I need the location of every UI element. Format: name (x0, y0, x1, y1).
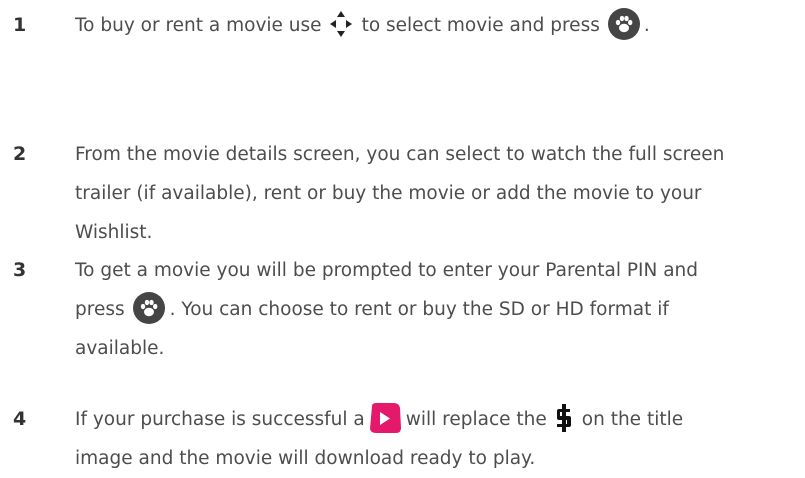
step-2-line-3: Wishlist. (75, 222, 153, 243)
step-4-text-mid: will replace the (405, 409, 547, 430)
step-3-after-text: . You can choose to rent or buy the SD o… (169, 299, 669, 320)
step-1-text-mid: to select movie and press (361, 15, 600, 36)
step-3-line-1: To get a movie you will be prompted to e… (75, 260, 698, 281)
step-1-text-end: . (643, 15, 650, 36)
paw-button-icon (132, 292, 165, 324)
step-number: 1 (13, 14, 27, 36)
step-4-line-2: image and the movie will download ready … (75, 448, 536, 469)
play-badge-icon (365, 402, 403, 434)
step-text: To get a movie you will be prompted to e… (75, 251, 803, 368)
step-text: From the movie details screen, you can s… (75, 135, 803, 252)
step-4-text-end: on the title (581, 409, 684, 430)
step-number: 2 (13, 143, 27, 165)
step-1-text-start: To buy or rent a movie use (75, 15, 322, 36)
step-2-line-2: trailer (if available), rent or buy the … (75, 183, 702, 204)
step-2-line-1: From the movie details screen, you can s… (75, 144, 725, 165)
step-3-line-3: available. (75, 338, 165, 359)
step-text: If your purchase is successful a will re… (75, 400, 803, 478)
step-number: 4 (13, 408, 27, 430)
step-4-text-start: If your purchase is successful a (75, 409, 365, 430)
paw-button-icon (607, 8, 640, 40)
step-number: 3 (13, 259, 27, 281)
dollar-icon (556, 403, 572, 433)
step-text: To buy or rent a movie use to select mov… (75, 6, 803, 45)
step-3-press-text: press (75, 299, 125, 320)
dpad-arrows-icon (328, 9, 354, 39)
